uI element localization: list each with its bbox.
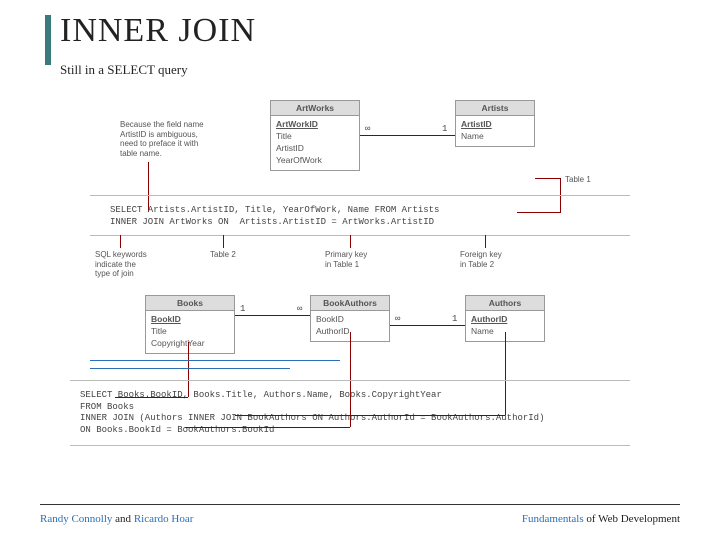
cardinality-many: ∞ bbox=[297, 304, 302, 315]
connector bbox=[485, 235, 486, 248]
cardinality-one: 1 bbox=[452, 314, 457, 325]
annotation-fk-t2: Foreign key in Table 2 bbox=[460, 250, 502, 269]
annotation-pk-t1: Primary key in Table 1 bbox=[325, 250, 367, 269]
accent-bar bbox=[45, 15, 51, 65]
divider bbox=[70, 380, 630, 381]
connector bbox=[115, 397, 188, 398]
diagram-area: ArtWorks ArtWorkID Title ArtistID YearOf… bbox=[60, 100, 660, 490]
table-header: Authors bbox=[466, 296, 544, 311]
table-books: Books BookID Title CopyrightYear bbox=[145, 295, 235, 354]
table-header: Books bbox=[146, 296, 234, 311]
sql-query-1: SELECT Artists.ArtistID, Title, YearOfWo… bbox=[110, 205, 439, 228]
annotation-sql-keywords: SQL keywords indicate the type of join bbox=[95, 250, 147, 279]
connector bbox=[235, 415, 505, 416]
cardinality-one: 1 bbox=[442, 124, 447, 135]
table-artists: Artists ArtistID Name bbox=[455, 100, 535, 147]
connector bbox=[350, 235, 351, 248]
author-link[interactable]: Ricardo Hoar bbox=[134, 513, 194, 525]
connector bbox=[517, 212, 561, 213]
connector bbox=[360, 135, 455, 136]
footer-text: of Web Development bbox=[584, 513, 680, 525]
table-header: BookAuthors bbox=[311, 296, 389, 311]
table-header: Artists bbox=[456, 101, 534, 116]
page-title: INNER JOIN bbox=[60, 12, 256, 50]
footer-right: Fundamentals of Web Development bbox=[522, 513, 680, 525]
table-body: ArtWorkID Title ArtistID YearOfWork bbox=[271, 116, 359, 170]
annotation-table2: Table 2 bbox=[210, 250, 236, 260]
connector bbox=[185, 427, 350, 428]
footer-divider bbox=[40, 504, 680, 505]
table-body: ArtistID Name bbox=[456, 116, 534, 146]
connector bbox=[535, 178, 560, 179]
connector bbox=[120, 235, 121, 248]
annotation-ambiguous: Because the field name ArtistID is ambig… bbox=[120, 120, 204, 158]
connector bbox=[235, 315, 310, 316]
cardinality-many: ∞ bbox=[395, 314, 400, 325]
footer-left: Randy Connolly and Ricardo Hoar bbox=[40, 513, 193, 525]
table-artworks: ArtWorks ArtWorkID Title ArtistID YearOf… bbox=[270, 100, 360, 171]
book-link[interactable]: Fundamentals bbox=[522, 513, 584, 525]
cardinality-many: ∞ bbox=[365, 124, 370, 135]
table-body: BookID Title CopyrightYear bbox=[146, 311, 234, 353]
divider bbox=[90, 360, 340, 361]
divider bbox=[70, 445, 630, 446]
author-link[interactable]: Randy Connolly bbox=[40, 513, 112, 525]
connector bbox=[390, 325, 465, 326]
connector bbox=[223, 235, 224, 248]
divider bbox=[90, 368, 290, 369]
divider bbox=[90, 195, 630, 196]
cardinality-one: 1 bbox=[240, 304, 245, 315]
connector bbox=[188, 342, 189, 397]
annotation-table1: Table 1 bbox=[565, 175, 591, 185]
page-subtitle: Still in a SELECT query bbox=[60, 62, 188, 78]
footer-text: and bbox=[112, 513, 133, 525]
divider bbox=[90, 235, 630, 236]
table-header: ArtWorks bbox=[271, 101, 359, 116]
